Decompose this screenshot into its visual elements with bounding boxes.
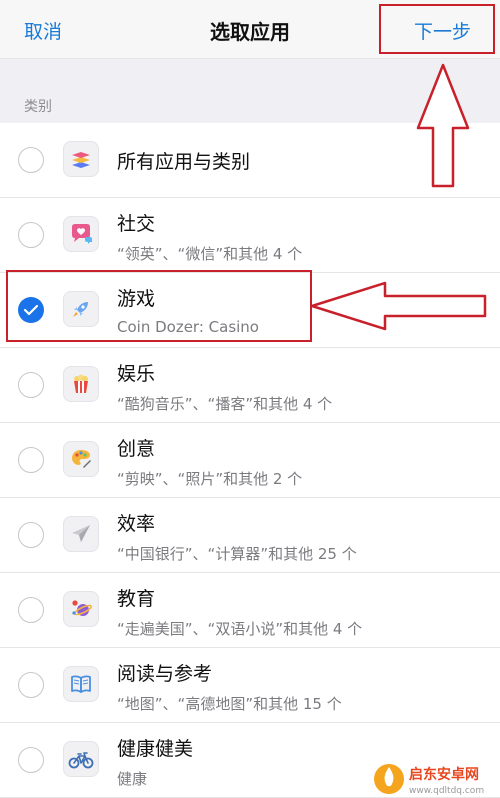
annotation-arrow-up xyxy=(416,63,470,188)
watermark-url: www.qdltdq.com xyxy=(409,786,484,796)
annotation-arrow-left xyxy=(310,281,487,331)
watermark-text: 启东安卓网 xyxy=(409,766,479,783)
watermark-logo: 启东安卓网 www.qdltdq.com xyxy=(374,764,484,796)
annotation-arrows xyxy=(310,63,487,331)
